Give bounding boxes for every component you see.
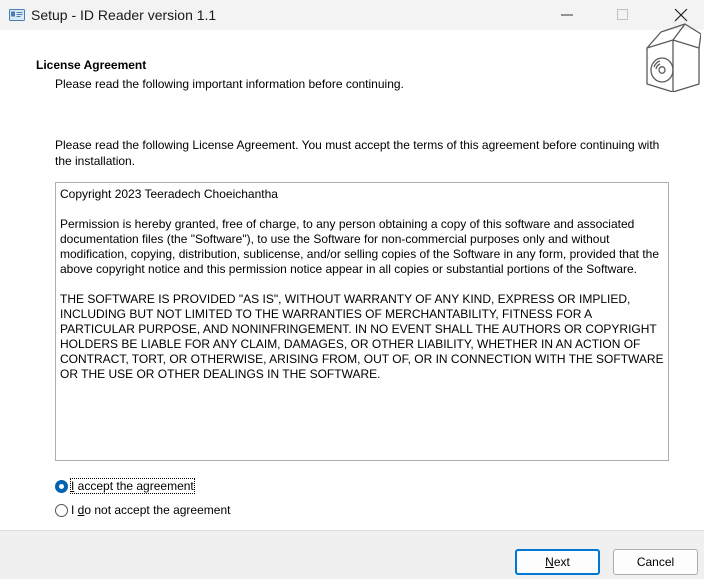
license-paragraph: Permission is hereby granted, free of ch… xyxy=(60,217,659,276)
page-title: License Agreement xyxy=(36,58,147,72)
license-text-box[interactable]: Copyright 2023 Teeradech Choeichantha Pe… xyxy=(55,182,669,461)
decline-agreement-option[interactable]: I do not accept the agreement xyxy=(55,501,230,519)
license-paragraph: THE SOFTWARE IS PROVIDED "AS IS", WITHOU… xyxy=(60,292,664,381)
accept-label[interactable]: I accept the agreement xyxy=(70,478,195,494)
page-subtitle: Please read the following important info… xyxy=(55,77,404,91)
decline-label[interactable]: I do not accept the agreement xyxy=(71,503,230,517)
maximize-icon xyxy=(617,9,628,20)
wizard-header: License Agreement Please read the follow… xyxy=(0,30,704,108)
setup-app-icon xyxy=(9,9,25,21)
software-box-icon xyxy=(646,23,701,92)
title-bar: Setup - ID Reader version 1.1 xyxy=(0,0,704,30)
maximize-button[interactable] xyxy=(600,0,646,30)
accept-radio[interactable] xyxy=(55,479,68,493)
wizard-footer: Next Cancel xyxy=(0,530,704,579)
license-paragraph: Copyright 2023 Teeradech Choeichantha xyxy=(60,187,278,201)
minimize-button[interactable] xyxy=(544,0,590,30)
window-title: Setup - ID Reader version 1.1 xyxy=(31,7,217,23)
accept-agreement-option[interactable]: I accept the agreement xyxy=(55,477,195,495)
next-button[interactable]: Next xyxy=(515,549,600,575)
decline-radio[interactable] xyxy=(55,503,68,517)
cancel-button[interactable]: Cancel xyxy=(613,549,698,575)
intro-text: Please read the following License Agreem… xyxy=(55,138,660,168)
minimize-icon xyxy=(561,14,573,16)
